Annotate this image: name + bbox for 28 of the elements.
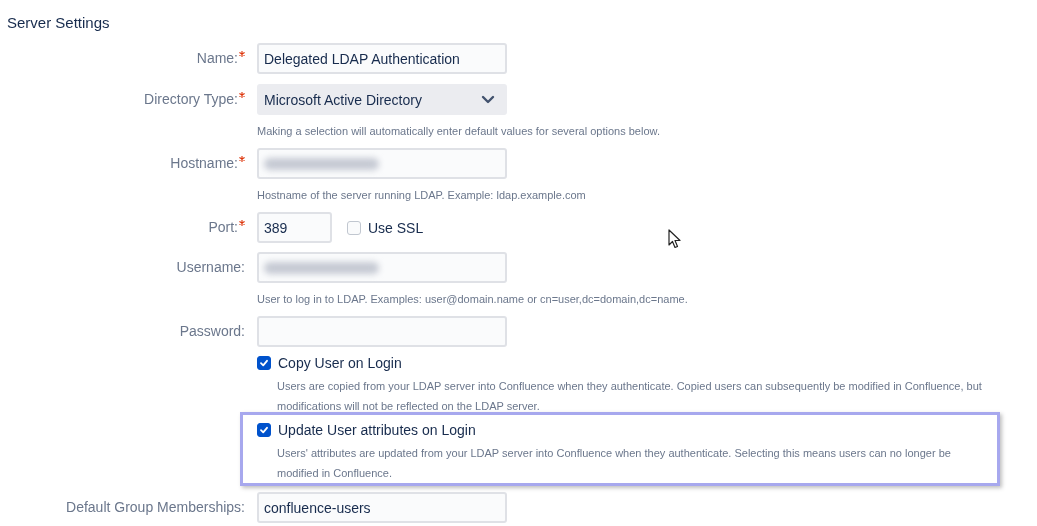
input-field[interactable]: Delegated LDAP Authentication	[257, 43, 507, 74]
field-label: Directory Type:	[144, 91, 238, 108]
help-text: Users' attributes are updated from your LDAP server into Confluence when they authenticate. Selecting this means users can no longer be modified in Confluence.	[277, 446, 952, 481]
checkbox[interactable]	[347, 220, 361, 235]
field-label: Default Group Memberships:	[66, 499, 245, 516]
help-text: User to log in to LDAP. Examples: user@domain.name or cn=user,dc=domain,dc=name.	[257, 292, 689, 306]
input-field[interactable]	[257, 148, 507, 179]
help-text: Hostname of the server running LDAP. Example: ldap.example.com	[257, 188, 587, 202]
field-label: Port:	[208, 219, 238, 236]
dropdown[interactable]: Microsoft Active Directory	[257, 84, 507, 115]
checkbox-label: Use SSL	[368, 218, 424, 237]
checkbox[interactable]	[257, 356, 271, 370]
help-text: Users are copied from your LDAP server into Confluence when they authenticate. Copied users can subsequently be modified in Confluence, but modifications will not be reflected on the LDAP server.	[277, 379, 983, 414]
help-text: Making a selection will automatically enter default values for several options below.	[257, 124, 661, 138]
field-label: Name:	[196, 50, 238, 67]
field-label: Password:	[179, 323, 245, 340]
checkbox[interactable]	[257, 423, 271, 437]
input-field[interactable]	[257, 252, 507, 283]
field-label: Hostname:	[170, 155, 238, 172]
input-field[interactable]: 389	[257, 212, 332, 243]
input-field[interactable]	[257, 316, 507, 347]
chevron-down-icon	[481, 95, 495, 104]
field-label: Username:	[176, 259, 245, 276]
checkbox-label: Copy User on Login	[278, 354, 402, 372]
input-field[interactable]: confluence-users	[257, 492, 507, 523]
mouse-pointer-icon	[668, 229, 682, 249]
checkbox-label: Update User attributes on Login	[278, 421, 476, 439]
section-heading: Server Settings	[7, 13, 111, 33]
